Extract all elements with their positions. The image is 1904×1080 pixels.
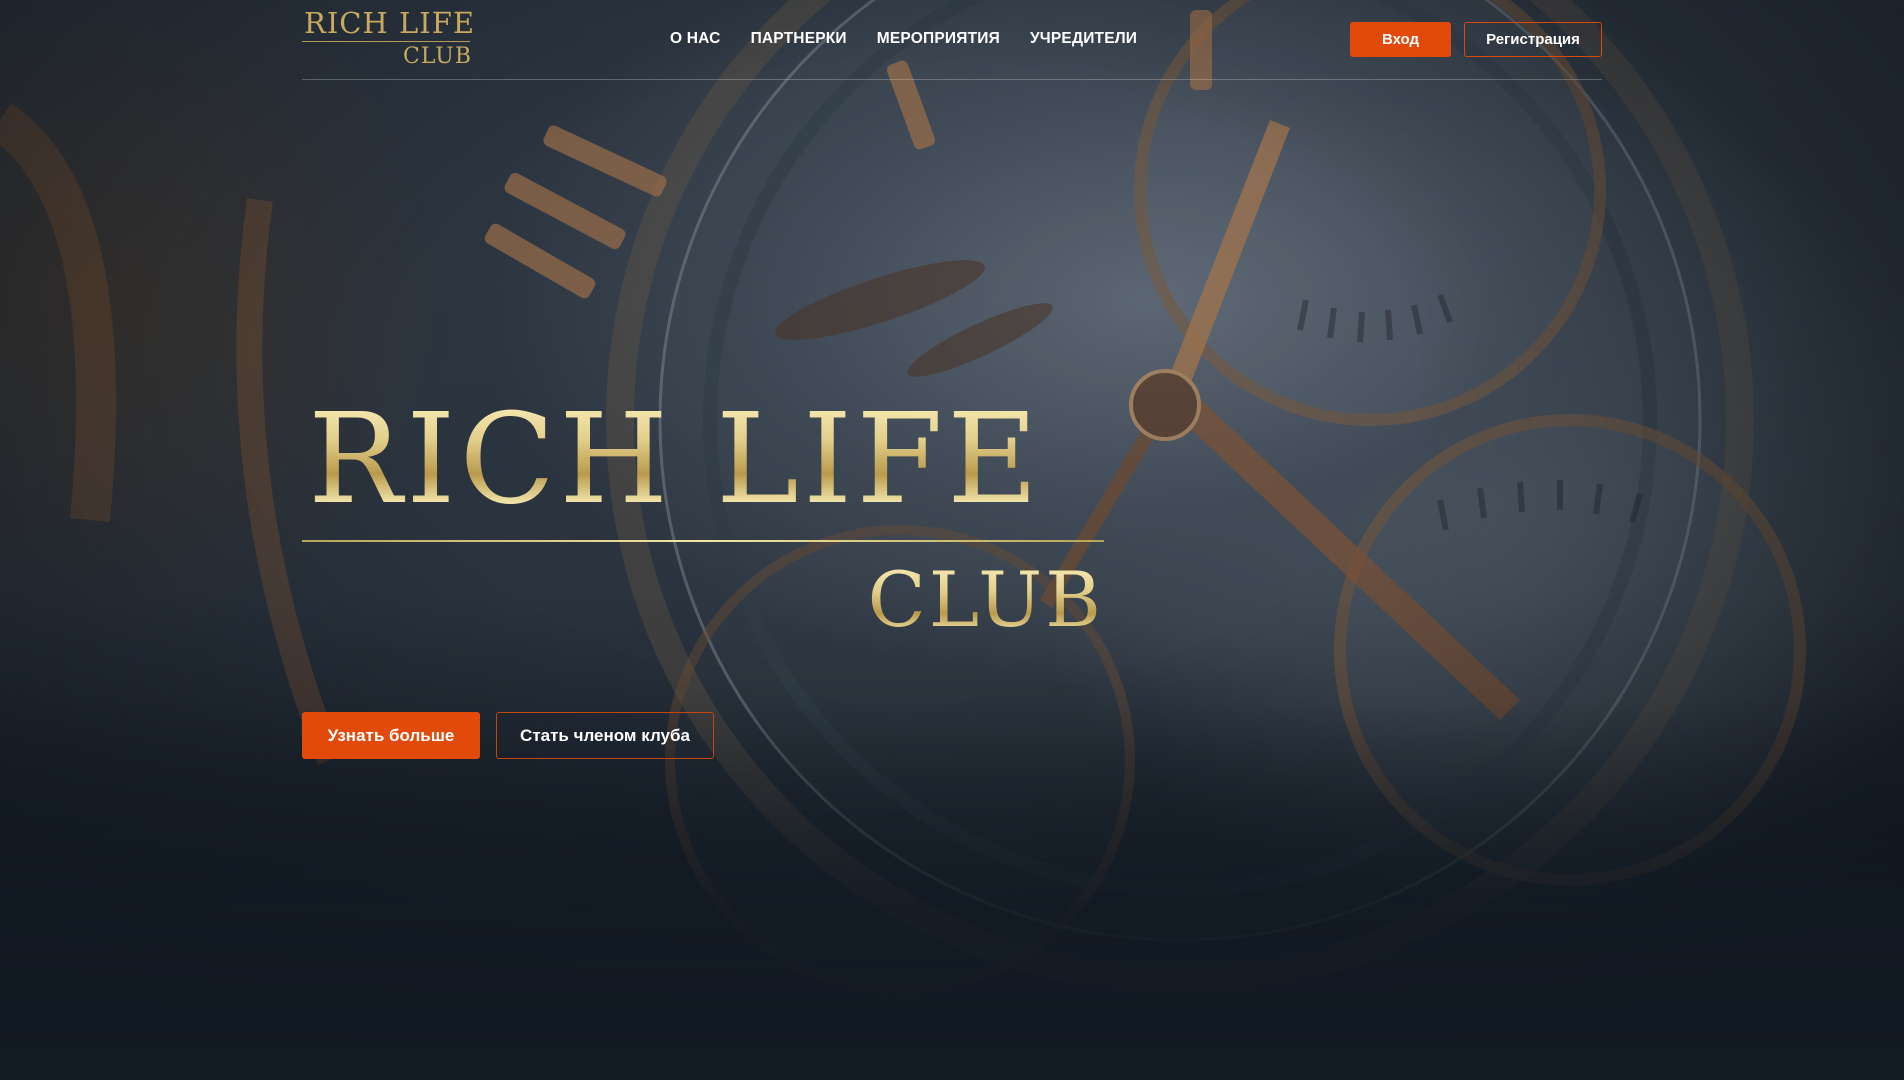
- login-button[interactable]: Вход: [1350, 22, 1451, 57]
- learn-more-button[interactable]: Узнать больше: [302, 712, 480, 759]
- nav-item-events[interactable]: МЕРОПРИЯТИЯ: [877, 30, 1000, 48]
- hero-title-divider: [302, 540, 1104, 542]
- nav-item-founders[interactable]: УЧРЕДИТЕЛИ: [1030, 30, 1137, 48]
- nav-item-partners[interactable]: ПАРТНЕРКИ: [751, 30, 847, 48]
- site-logo[interactable]: RICH LIFE CLUB: [302, 6, 475, 70]
- logo-line-club: CLUB: [403, 44, 472, 69]
- nav-item-about[interactable]: О НАС: [670, 30, 721, 48]
- logo-line-rich-life: RICH LIFE: [304, 6, 475, 40]
- become-member-button[interactable]: Стать членом клуба: [496, 712, 714, 759]
- site-header: RICH LIFE CLUB О НАС ПАРТНЕРКИ МЕРОПРИЯТ…: [302, 0, 1602, 80]
- hero-title-club: CLUB: [867, 555, 1104, 644]
- hero-title: RICH LIFE CLUB: [302, 390, 1104, 650]
- hero-title-rich-life: RICH LIFE: [308, 387, 1043, 532]
- logo-divider: [302, 41, 470, 42]
- register-button[interactable]: Регистрация: [1464, 22, 1602, 57]
- main-nav: О НАС ПАРТНЕРКИ МЕРОПРИЯТИЯ УЧРЕДИТЕЛИ: [670, 30, 1137, 48]
